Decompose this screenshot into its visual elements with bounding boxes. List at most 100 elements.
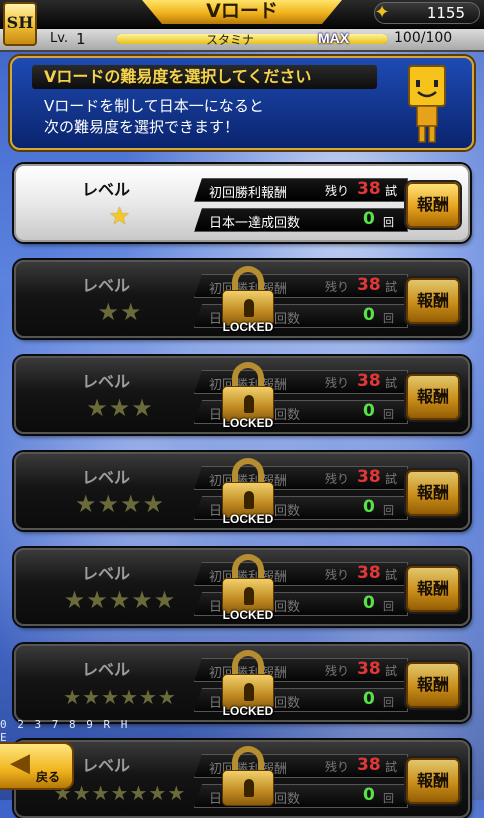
championship-count-label: 日本一達成回数 <box>209 216 301 231</box>
level-card-3[interactable]: レベル★★★初回勝利報酬残り38試合日本一達成回数0回報酬LOCKED <box>14 356 470 434</box>
reward-button[interactable]: 報酬 <box>406 182 460 228</box>
times-label: 回 <box>383 216 394 229</box>
remaining-label: 残り <box>325 376 350 390</box>
star-icon: ★ <box>72 781 92 805</box>
back-button[interactable]: ◀ 戻る <box>0 742 74 790</box>
star-icon: ★ <box>120 685 139 709</box>
star-icon: ★ <box>131 394 154 422</box>
reward-button[interactable]: 報酬 <box>406 470 460 516</box>
level-card-6[interactable]: レベル★★★★★★初回勝利報酬残り38試合日本一達成回数0回報酬LOCKED <box>14 644 470 722</box>
remaining-label: 残り <box>325 568 350 582</box>
stamina-value: 100/100 <box>394 30 453 46</box>
level-label: Lv. <box>50 31 69 46</box>
locked-label: LOCKED <box>222 416 274 430</box>
locked-label: LOCKED <box>222 320 274 334</box>
first-win-reward-row: 初回勝利報酬残り38試合 <box>194 178 408 202</box>
keyhole-icon <box>244 779 254 797</box>
coin-counter[interactable]: ✦ 1155 <box>374 2 480 24</box>
lock-icon <box>222 746 274 816</box>
difficulty-stars: ★★★★★ <box>34 586 206 614</box>
star-icon: ★ <box>148 781 168 805</box>
lock-icon: LOCKED <box>222 362 274 432</box>
championship-count: 0 <box>363 785 375 805</box>
level-card-label: レベル <box>82 468 131 487</box>
remaining-games: 38 <box>357 467 381 487</box>
championship-count: 0 <box>363 305 375 325</box>
times-label: 回 <box>383 312 394 325</box>
level-card-label: レベル <box>82 564 131 583</box>
bat-coin-icon: ✦ <box>374 2 390 23</box>
star-icon: ★ <box>167 781 187 805</box>
championship-count-row: 日本一達成回数 0回 <box>194 208 408 232</box>
level-card-label: レベル <box>82 180 131 199</box>
star-icon: ★ <box>142 490 166 518</box>
team-logo: SH <box>3 2 37 46</box>
lock-icon: LOCKED <box>222 650 274 720</box>
star-icon: ★ <box>108 394 132 422</box>
times-label: 回 <box>383 792 394 805</box>
back-arrow-icon: ◀ <box>10 748 30 778</box>
back-label: 戻る <box>36 770 61 784</box>
intro-panel: Vロードの難易度を選択してください Vロードを制して日本一になると 次の難易度を… <box>10 56 474 150</box>
reward-button[interactable]: 報酬 <box>406 758 460 804</box>
star-icon: ★ <box>97 298 120 326</box>
level-card-5[interactable]: レベル★★★★★初回勝利報酬残り38試合日本一達成回数0回報酬LOCKED <box>14 548 470 626</box>
level-card-7[interactable]: レベル★★★★★★★初回勝利報酬残り38試合日本一達成回数0回報酬 <box>14 740 470 818</box>
top-bar: Vロード ✦ 1155 <box>0 0 484 29</box>
star-icon: ★ <box>110 781 130 805</box>
remaining-label: 残り <box>325 184 350 198</box>
level-card-2[interactable]: レベル★★初回勝利報酬残り38試合日本一達成回数0回報酬LOCKED <box>14 260 470 338</box>
lock-body <box>222 770 274 806</box>
championship-count: 0 <box>363 209 375 229</box>
level-card-1[interactable]: レベル★初回勝利報酬残り38試合日本一達成回数0回報酬 <box>14 164 470 242</box>
difficulty-stars: ★★ <box>34 298 206 326</box>
championship-count: 0 <box>363 401 375 421</box>
remaining-label: 残り <box>325 280 350 294</box>
difficulty-stars: ★ <box>34 202 206 230</box>
star-icon: ★ <box>120 490 143 518</box>
times-label: 回 <box>383 696 394 709</box>
level-card-4[interactable]: レベル★★★★初回勝利報酬残り38試合日本一達成回数0回報酬LOCKED <box>14 452 470 530</box>
remaining-games: 38 <box>357 371 381 391</box>
championship-count: 0 <box>363 689 375 709</box>
background-scoreboard: 0 2 3 7 8 9 R H E <box>0 718 130 744</box>
coin-count: 1155 <box>426 4 465 22</box>
lock-icon: LOCKED <box>222 266 274 336</box>
intro-body: Vロードを制して日本一になると 次の難易度を選択できます！ <box>44 96 344 138</box>
star-icon: ★ <box>63 685 83 709</box>
championship-count: 0 <box>363 497 375 517</box>
difficulty-stars: ★★★★ <box>34 490 206 518</box>
star-icon: ★ <box>82 685 102 709</box>
difficulty-stars: ★★★★★★ <box>34 682 206 710</box>
remaining-games: 38 <box>357 563 381 583</box>
star-icon: ★ <box>138 685 158 709</box>
reward-button[interactable]: 報酬 <box>406 374 460 420</box>
stamina-max-label: MAX <box>318 30 350 46</box>
level-value: 1 <box>76 30 86 48</box>
remaining-label: 残り <box>325 664 350 678</box>
star-icon: ★ <box>153 586 177 614</box>
star-icon: ★ <box>86 586 109 614</box>
star-icon: ★ <box>129 781 149 805</box>
times-label: 回 <box>383 600 394 613</box>
remaining-games: 38 <box>357 179 381 199</box>
locked-label: LOCKED <box>222 512 274 526</box>
reward-button[interactable]: 報酬 <box>406 662 460 708</box>
stamina-label: スタミナ <box>206 33 255 47</box>
star-icon: ★ <box>131 586 154 614</box>
first-win-label: 初回勝利報酬 <box>209 186 288 201</box>
locked-label: LOCKED <box>222 704 274 718</box>
screen-title: Vロード <box>142 0 342 24</box>
keyhole-icon <box>244 491 254 509</box>
reward-button[interactable]: 報酬 <box>406 566 460 612</box>
lock-icon: LOCKED <box>222 458 274 528</box>
mascot-icon <box>408 65 446 143</box>
star-icon: ★ <box>97 490 120 518</box>
difficulty-stars: ★★★ <box>34 394 206 422</box>
star-icon: ★ <box>108 202 132 230</box>
times-label: 回 <box>383 408 394 421</box>
keyhole-icon <box>244 683 254 701</box>
star-icon: ★ <box>120 298 143 326</box>
star-icon: ★ <box>86 394 109 422</box>
reward-button[interactable]: 報酬 <box>406 278 460 324</box>
